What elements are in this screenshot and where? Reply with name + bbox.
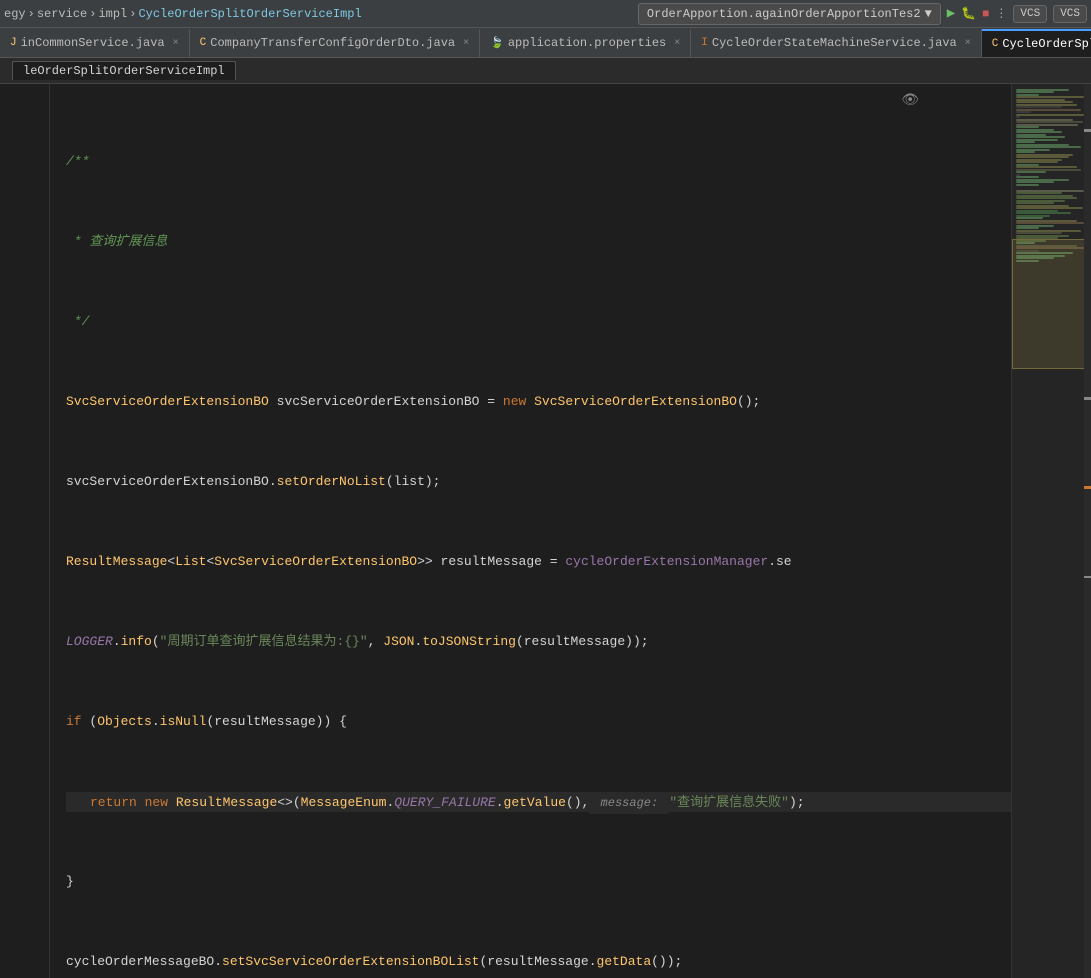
stop-button[interactable]: ■ (982, 7, 989, 21)
tab-icon-i: I (701, 37, 708, 49)
run-config-selector[interactable]: OrderApportion.againOrderApportionTes2 ▼ (638, 3, 941, 25)
minimap-content (1012, 84, 1091, 978)
tab-close-icon[interactable]: × (965, 38, 971, 49)
run-button[interactable]: ▶ (947, 5, 955, 22)
code-line: * 查询扩展信息 (66, 232, 1011, 252)
code-line: return new ResultMessage<>(MessageEnum.Q… (66, 792, 1011, 812)
code-line: cycleOrderMessageBO.setSvcServiceOrderEx… (66, 952, 1011, 972)
code-line: SvcServiceOrderExtensionBO svcServiceOrd… (66, 392, 1011, 412)
code-line: svcServiceOrderExtensionBO.setOrderNoLis… (66, 472, 1011, 492)
editor-container: /** * 查询扩展信息 */ SvcServiceOrderExtension… (0, 84, 1091, 978)
tab-icon-leaf: 🍃 (490, 36, 504, 50)
breadcrumb: egy › service › impl › CycleOrderSplitOr… (4, 7, 362, 21)
tab-icon-j: J (10, 37, 17, 49)
code-line: LOGGER.info("周期订单查询扩展信息结果为:{}", JSON.toJ… (66, 632, 1011, 652)
tab-label: CompanyTransferConfigOrderDto.java (210, 36, 455, 50)
active-file-path: leOrderSplitOrderServiceImpl (12, 61, 236, 80)
tab-label: CycleOrderStateMachineService.java (712, 36, 957, 50)
code-line: */ (66, 312, 1011, 332)
minimap (1011, 84, 1091, 978)
tab-application-properties[interactable]: 🍃 application.properties × (480, 29, 691, 57)
run-config-label: OrderApportion.againOrderApportionTes2 (647, 7, 921, 21)
tab-label: application.properties (508, 36, 666, 50)
breadcrumb-item-active: CycleOrderSplitOrderServiceImpl (138, 7, 361, 21)
file-tab: leOrderSplitOrderServiceImpl (0, 58, 1091, 84)
vcs-button-1[interactable]: VCS (1013, 5, 1047, 23)
code-area: /** * 查询扩展信息 */ SvcServiceOrderExtension… (0, 84, 1011, 978)
minimap-viewport (1012, 239, 1091, 369)
tab-close-icon[interactable]: × (463, 38, 469, 49)
fold-icon[interactable]: 👁 (901, 92, 919, 109)
top-bar-right: OrderApportion.againOrderApportionTes2 ▼… (638, 3, 1087, 25)
tab-label: inCommonService.java (21, 36, 165, 50)
chevron-down-icon: ▼ (925, 7, 932, 21)
tab-bar: J inCommonService.java × C CompanyTransf… (0, 28, 1091, 58)
debug-button[interactable]: 🐛 (961, 6, 976, 21)
vcs-button-2[interactable]: VCS (1053, 5, 1087, 23)
tab-cyclestatemachine[interactable]: I CycleOrderStateMachineService.java × (691, 29, 981, 57)
code-content[interactable]: /** * 查询扩展信息 */ SvcServiceOrderExtension… (50, 84, 1011, 978)
tab-incommonservice[interactable]: J inCommonService.java × (0, 29, 190, 57)
tab-label: CycleOrderSplitOrderServiceImpl.ja (1002, 37, 1091, 51)
code-line: ResultMessage<List<SvcServiceOrderExtens… (66, 552, 1011, 572)
code-line: /** (66, 152, 1011, 172)
breadcrumb-item: impl (98, 7, 127, 21)
minimap-scrollbar (1084, 84, 1091, 978)
tab-icon-c1: C (200, 37, 207, 49)
breadcrumb-item: service (37, 7, 87, 21)
breadcrumb-item: egy (4, 7, 26, 21)
line-numbers (0, 84, 50, 978)
tab-icon-c2: C (992, 38, 999, 50)
tab-close-icon[interactable]: × (173, 38, 179, 49)
editor-main[interactable]: /** * 查询扩展信息 */ SvcServiceOrderExtension… (0, 84, 1011, 978)
code-line: if (Objects.isNull(resultMessage)) { (66, 712, 1011, 732)
more-run-options[interactable]: ⋮ (995, 6, 1007, 21)
top-bar: egy › service › impl › CycleOrderSplitOr… (0, 0, 1091, 28)
tab-companytransfer[interactable]: C CompanyTransferConfigOrderDto.java × (190, 29, 480, 57)
tab-cycleordersplit[interactable]: C CycleOrderSplitOrderServiceImpl.ja × (982, 29, 1091, 57)
code-line: } (66, 872, 1011, 892)
tab-close-icon[interactable]: × (674, 38, 680, 49)
